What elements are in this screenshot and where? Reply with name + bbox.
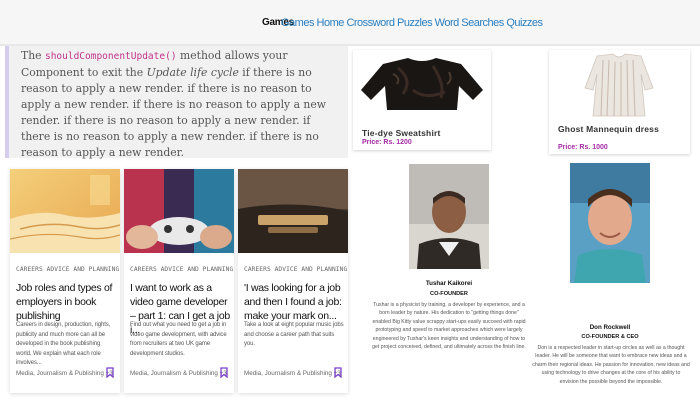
- bookmark-icon[interactable]: [106, 367, 114, 378]
- nav-link-word-searches[interactable]: Word Searches: [435, 17, 505, 29]
- product-card-sweatshirt[interactable]: Tie-dye Sweatshirt Price: Rs. 1200: [353, 50, 491, 150]
- person-role: CO-FOUNDER & CEO: [581, 334, 639, 340]
- article-card[interactable]: CAREERS ADVICE AND PLANNING Job roles an…: [10, 169, 120, 393]
- article-description: Careers in design, production, rights, p…: [16, 322, 111, 366]
- quote-rest: if there is no reason to apply a new ren…: [21, 66, 327, 159]
- article-title[interactable]: 'I was looking for a job and then I foun…: [244, 281, 344, 323]
- article-category: CAREERS ADVICE AND PLANNING: [130, 266, 234, 273]
- article-tags: Media, Journalism & Publishing +3: [130, 370, 227, 377]
- bookmark-icon[interactable]: [334, 367, 342, 378]
- person-photo: [409, 164, 489, 269]
- product-price: Price: Rs. 1200: [362, 139, 412, 146]
- person-bio: Don is a respected leader in start-up ci…: [532, 345, 690, 385]
- nav-links: Games Home Crossword Puzzles Word Search…: [281, 17, 543, 29]
- person-name: Don Rockwell: [589, 324, 631, 331]
- article-category: CAREERS ADVICE AND PLANNING: [244, 266, 348, 273]
- person-role: CO-FOUNDER: [430, 291, 468, 297]
- article-thumbnail-music: [238, 169, 348, 253]
- quote-code: shouldComponentUpdate(): [44, 51, 177, 62]
- bookmark-icon[interactable]: [220, 367, 228, 378]
- article-tags: Media, Journalism & Publishing +3: [244, 370, 341, 377]
- article-card[interactable]: CAREERS ADVICE AND PLANNING 'I was looki…: [238, 169, 348, 393]
- product-name: Ghost Mannequin dress: [558, 124, 660, 134]
- person-name: Tushar Kaikorei: [425, 280, 473, 287]
- product-name: Tie-dye Sweatshirt: [362, 128, 441, 138]
- product-card-dress[interactable]: Ghost Mannequin dress Price: Rs. 1000: [549, 50, 690, 154]
- top-navigation-bar: Games Games Home Crossword Puzzles Word …: [0, 0, 700, 46]
- quote-emphasis: Update life cycle: [146, 66, 239, 79]
- nav-link-games[interactable]: Games: [281, 17, 314, 29]
- article-card[interactable]: CAREERS ADVICE AND PLANNING I want to wo…: [124, 169, 234, 393]
- person-bio: Tushar is a physicist by training, a dev…: [372, 302, 526, 351]
- nav-link-crossword-puzzles[interactable]: Crossword Puzzles: [346, 17, 432, 29]
- nav-link-home[interactable]: Home: [317, 17, 345, 29]
- article-description: Take a look at eight popular music jobs …: [244, 322, 344, 347]
- article-thumbnail-gamepad: [124, 169, 234, 253]
- person-photo: [570, 163, 650, 283]
- dress-image: [549, 50, 690, 120]
- article-thumbnail-books: [10, 169, 120, 253]
- quote-prefix: The: [21, 49, 45, 62]
- sweatshirt-image: [361, 58, 483, 110]
- article-title[interactable]: Job roles and types of employers in book…: [16, 281, 116, 323]
- quote-block: The shouldComponentUpdate() method allow…: [5, 46, 348, 159]
- nav-link-quizzes[interactable]: Quizzes: [506, 17, 543, 29]
- article-tags: Media, Journalism & Publishing +3: [16, 370, 113, 377]
- article-category: CAREERS ADVICE AND PLANNING: [16, 266, 120, 273]
- article-description: Find out what you need to get a job in v…: [130, 322, 227, 357]
- product-price: Price: Rs. 1000: [558, 144, 608, 151]
